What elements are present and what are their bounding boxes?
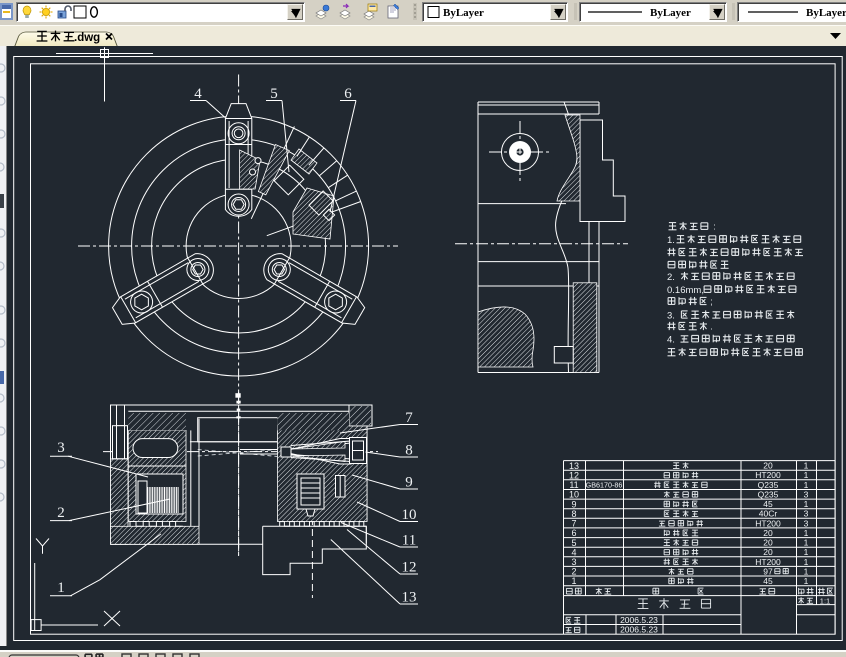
- svg-text:13: 13: [402, 590, 417, 606]
- svg-text:0.16mm,: 0.16mm,: [667, 285, 704, 296]
- svg-text:20: 20: [763, 538, 773, 548]
- svg-text:5: 5: [270, 86, 278, 102]
- svg-text:3: 3: [804, 509, 809, 519]
- svg-text:8: 8: [571, 509, 576, 519]
- svg-text:4.: 4.: [667, 335, 675, 346]
- svg-text:6: 6: [571, 528, 576, 538]
- svg-text:.: .: [710, 322, 713, 332]
- svg-text:20: 20: [763, 528, 773, 538]
- svg-text:HT200: HT200: [755, 470, 781, 480]
- svg-text:9: 9: [571, 499, 576, 509]
- svg-text:3: 3: [804, 490, 809, 500]
- svg-text:20: 20: [763, 547, 773, 557]
- svg-text:Q235: Q235: [758, 490, 779, 500]
- svg-text:45: 45: [763, 576, 773, 586]
- svg-text:1: 1: [804, 557, 809, 567]
- svg-text:6: 6: [344, 86, 352, 102]
- svg-text:2006.5.23: 2006.5.23: [620, 625, 658, 635]
- svg-text:9: 9: [405, 475, 413, 491]
- svg-text:1: 1: [804, 470, 809, 480]
- svg-text:1: 1: [804, 538, 809, 548]
- svg-text:13: 13: [569, 461, 579, 471]
- svg-text:97: 97: [763, 566, 773, 576]
- svg-text:1: 1: [804, 576, 809, 586]
- svg-text:20: 20: [763, 461, 773, 471]
- svg-text:8: 8: [405, 443, 413, 459]
- svg-text:;: ;: [710, 297, 713, 307]
- svg-text:4: 4: [194, 86, 202, 102]
- svg-text:2006.5.23: 2006.5.23: [620, 615, 658, 625]
- svg-text:3: 3: [804, 518, 809, 528]
- svg-text:1.: 1.: [667, 235, 675, 246]
- svg-text:HT200: HT200: [755, 518, 781, 528]
- svg-text:5: 5: [571, 538, 576, 548]
- svg-text:1: 1: [57, 580, 65, 596]
- svg-text:10: 10: [402, 507, 417, 523]
- svg-text:1:1: 1:1: [820, 596, 830, 605]
- svg-text:7: 7: [571, 519, 576, 529]
- svg-text:11: 11: [402, 533, 416, 549]
- svg-text:ByLayer: ByLayer: [650, 7, 691, 19]
- svg-text:1: 1: [804, 480, 809, 490]
- svg-text:1: 1: [804, 566, 809, 576]
- svg-text:2: 2: [57, 505, 65, 521]
- svg-text:7: 7: [405, 410, 413, 426]
- svg-text:1: 1: [804, 499, 809, 509]
- svg-text:HT200: HT200: [755, 557, 781, 567]
- svg-text:.dwg: .dwg: [74, 32, 100, 44]
- svg-text:10: 10: [569, 490, 579, 500]
- svg-text:12: 12: [569, 470, 579, 480]
- svg-text:ByLayer: ByLayer: [806, 7, 846, 19]
- svg-text:40Cr: 40Cr: [759, 509, 778, 519]
- svg-text:GB6170-86: GB6170-86: [586, 481, 623, 490]
- svg-text:1: 1: [804, 547, 809, 557]
- svg-text::: :: [713, 222, 716, 232]
- svg-text:1: 1: [804, 528, 809, 538]
- svg-text:1: 1: [804, 461, 809, 471]
- svg-text:3.: 3.: [667, 311, 675, 322]
- svg-text:Q235: Q235: [758, 480, 779, 490]
- svg-text:12: 12: [402, 560, 417, 576]
- svg-text:1: 1: [571, 576, 576, 586]
- svg-text:2: 2: [571, 567, 576, 577]
- svg-text:2.: 2.: [667, 272, 675, 283]
- svg-text:3: 3: [57, 440, 65, 456]
- svg-text:45: 45: [763, 499, 773, 509]
- svg-text:4: 4: [571, 547, 576, 557]
- svg-text:ByLayer: ByLayer: [443, 7, 484, 19]
- svg-text:11: 11: [569, 480, 578, 490]
- svg-text:3: 3: [571, 557, 576, 567]
